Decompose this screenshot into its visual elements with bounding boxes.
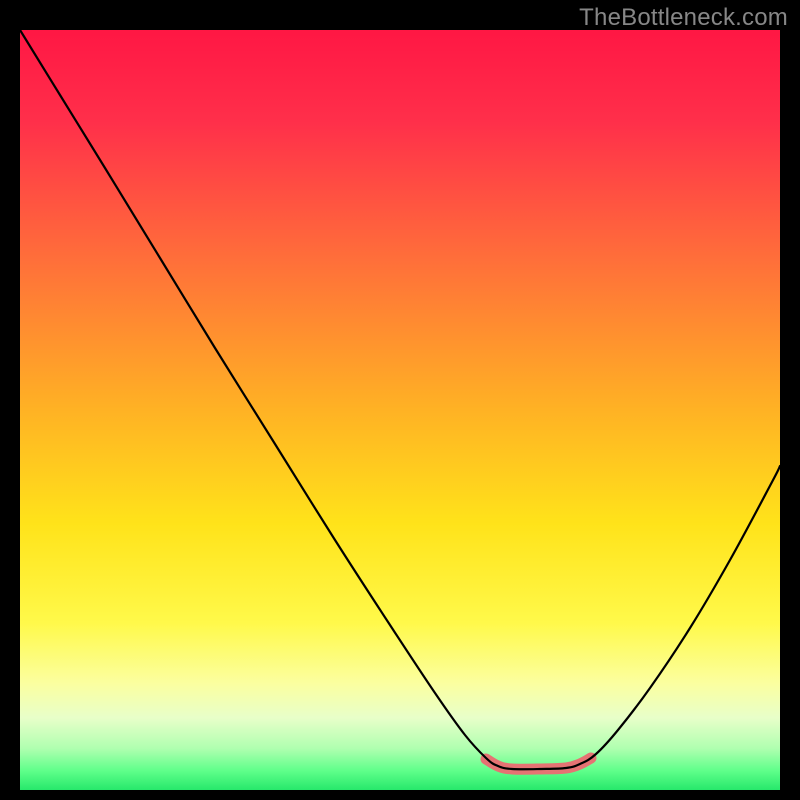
watermark-text: TheBottleneck.com [579,4,788,32]
gradient-background [20,30,780,790]
bottleneck-chart [0,0,800,800]
chart-container: { "watermark": "TheBottleneck.com", "cha… [0,0,800,800]
